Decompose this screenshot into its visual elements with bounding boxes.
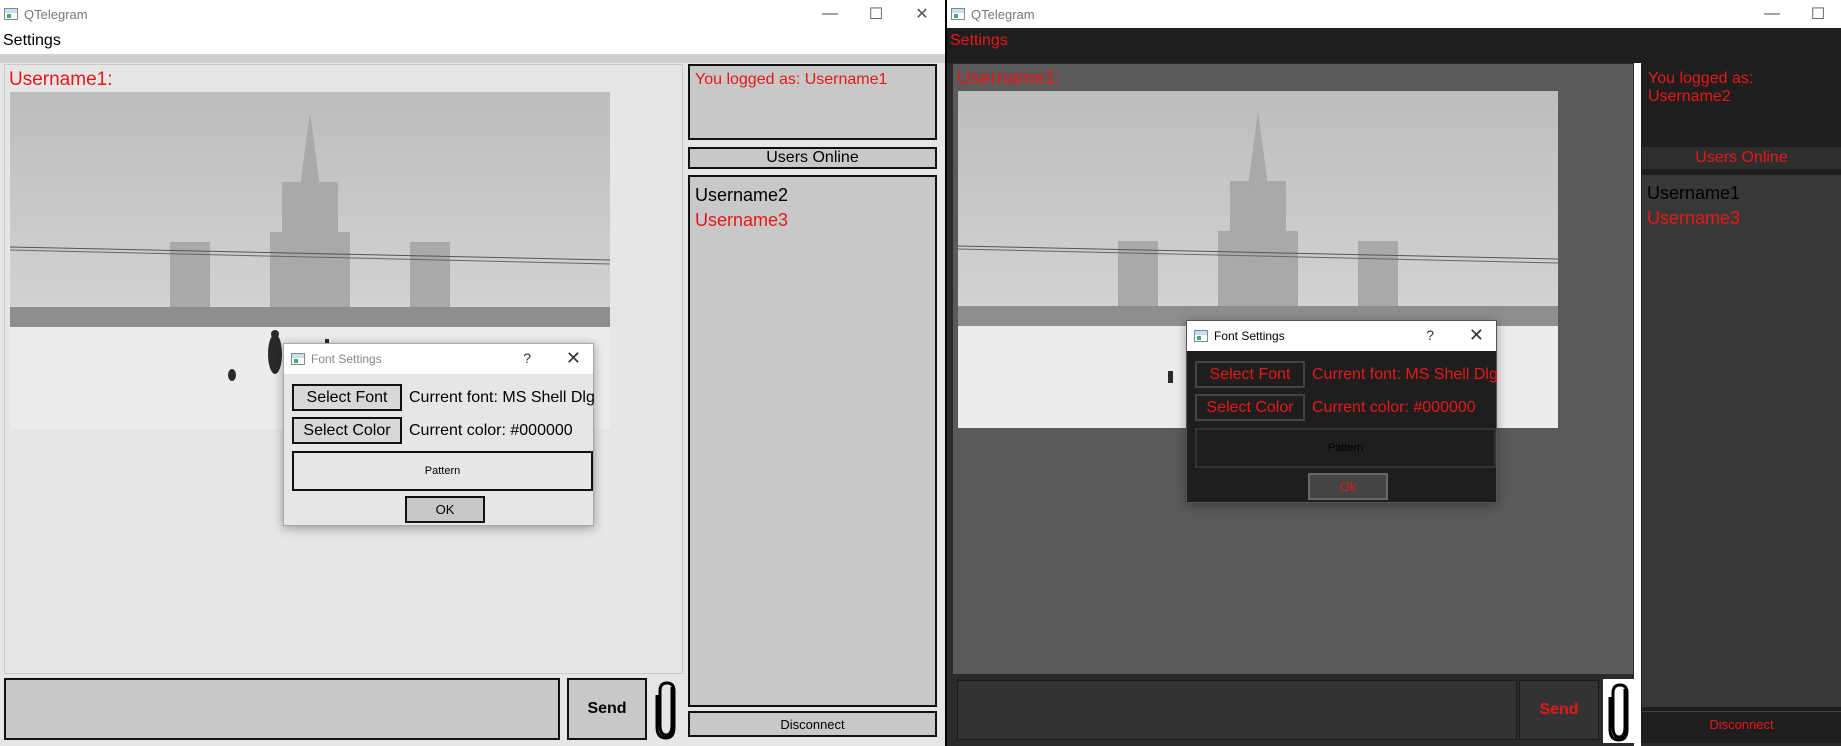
select-color-button[interactable]: Select Color: [1195, 394, 1305, 421]
logged-as-label: You logged as: Username1: [688, 64, 937, 140]
menu-separator: [947, 54, 1841, 63]
qtelegram-window-light: QTelegram — ☐ ✕ Settings Username1: Send…: [0, 0, 945, 746]
side-panel: You logged as: Username2 Users Online Us…: [1641, 63, 1841, 743]
message-sender: Username1:: [957, 68, 1061, 89]
help-icon[interactable]: ?: [1426, 327, 1434, 343]
title-bar: QTelegram — ☐: [947, 0, 1841, 28]
dialog-title-bar: Font Settings ? ✕: [284, 344, 593, 374]
menu-bar: Settings: [947, 28, 1841, 54]
list-item-user[interactable]: Username2: [695, 183, 930, 208]
users-online-header: Users Online: [688, 147, 937, 169]
select-color-button[interactable]: Select Color: [292, 417, 402, 444]
window-title: QTelegram: [971, 6, 1035, 22]
message-sender: Username1:: [9, 69, 113, 90]
font-settings-dialog: Font Settings ? ✕ Select Font Current fo…: [283, 343, 595, 526]
side-panel: You logged as: Username1 Users Online Us…: [687, 63, 937, 743]
qtelegram-window-dark: QTelegram — ☐ Settings Username1: Send Y…: [947, 0, 1841, 746]
current-font-label: Current font: MS Shell Dlg: [409, 388, 595, 406]
send-button[interactable]: Send: [1519, 680, 1599, 740]
dialog-close-icon[interactable]: ✕: [1469, 325, 1484, 346]
pattern-button[interactable]: Pattern: [1195, 428, 1496, 468]
menu-separator: [0, 54, 945, 63]
ok-button[interactable]: OK: [405, 496, 485, 523]
current-color-label: Current color: #000000: [1312, 398, 1476, 416]
font-settings-dialog: Font Settings ? ✕ Select Font Current fo…: [1186, 320, 1498, 503]
list-item-user[interactable]: Username3: [1647, 206, 1836, 231]
dialog-app-icon: [1194, 330, 1208, 342]
message-input[interactable]: [957, 680, 1517, 740]
maximize-icon[interactable]: ☐: [1795, 0, 1841, 28]
select-font-button[interactable]: Select Font: [1195, 361, 1305, 388]
dialog-app-icon: [291, 353, 305, 365]
minimize-icon[interactable]: —: [1749, 0, 1795, 28]
current-color-label: Current color: #000000: [409, 421, 573, 439]
minimize-icon[interactable]: —: [807, 0, 853, 28]
dialog-title: Font Settings: [1214, 329, 1285, 343]
dialog-title-bar: Font Settings ? ✕: [1187, 321, 1496, 351]
users-online-header: Users Online: [1642, 147, 1841, 169]
current-font-label: Current font: MS Shell Dlg: [1312, 365, 1498, 383]
paperclip-icon[interactable]: [650, 677, 684, 741]
disconnect-button[interactable]: Disconnect: [1642, 711, 1841, 737]
dialog-close-icon[interactable]: ✕: [566, 348, 581, 369]
ok-button[interactable]: Ok: [1308, 473, 1388, 500]
dialog-title: Font Settings: [311, 352, 382, 366]
list-item-user[interactable]: Username1: [1647, 181, 1836, 206]
paperclip-icon[interactable]: [1603, 679, 1637, 743]
users-list[interactable]: Username1 Username3: [1642, 175, 1841, 707]
send-button[interactable]: Send: [567, 678, 647, 740]
close-icon[interactable]: ✕: [899, 0, 945, 28]
message-input[interactable]: [4, 678, 560, 740]
app-icon: [951, 8, 965, 20]
pattern-button[interactable]: Pattern: [292, 451, 593, 491]
title-bar: QTelegram — ☐ ✕: [0, 0, 945, 28]
list-item-user[interactable]: Username3: [695, 208, 930, 233]
panel-divider: [1634, 63, 1641, 746]
select-font-button[interactable]: Select Font: [292, 384, 402, 411]
logged-as-label: You logged as: Username2: [1642, 64, 1841, 140]
menu-settings[interactable]: Settings: [3, 32, 61, 50]
help-icon[interactable]: ?: [523, 350, 531, 366]
maximize-icon[interactable]: ☐: [853, 0, 899, 28]
app-icon: [4, 8, 18, 20]
window-title: QTelegram: [24, 6, 88, 22]
menu-bar: Settings: [0, 28, 945, 54]
menu-settings[interactable]: Settings: [950, 32, 1008, 50]
disconnect-button[interactable]: Disconnect: [688, 711, 937, 737]
users-list[interactable]: Username2 Username3: [688, 175, 937, 707]
